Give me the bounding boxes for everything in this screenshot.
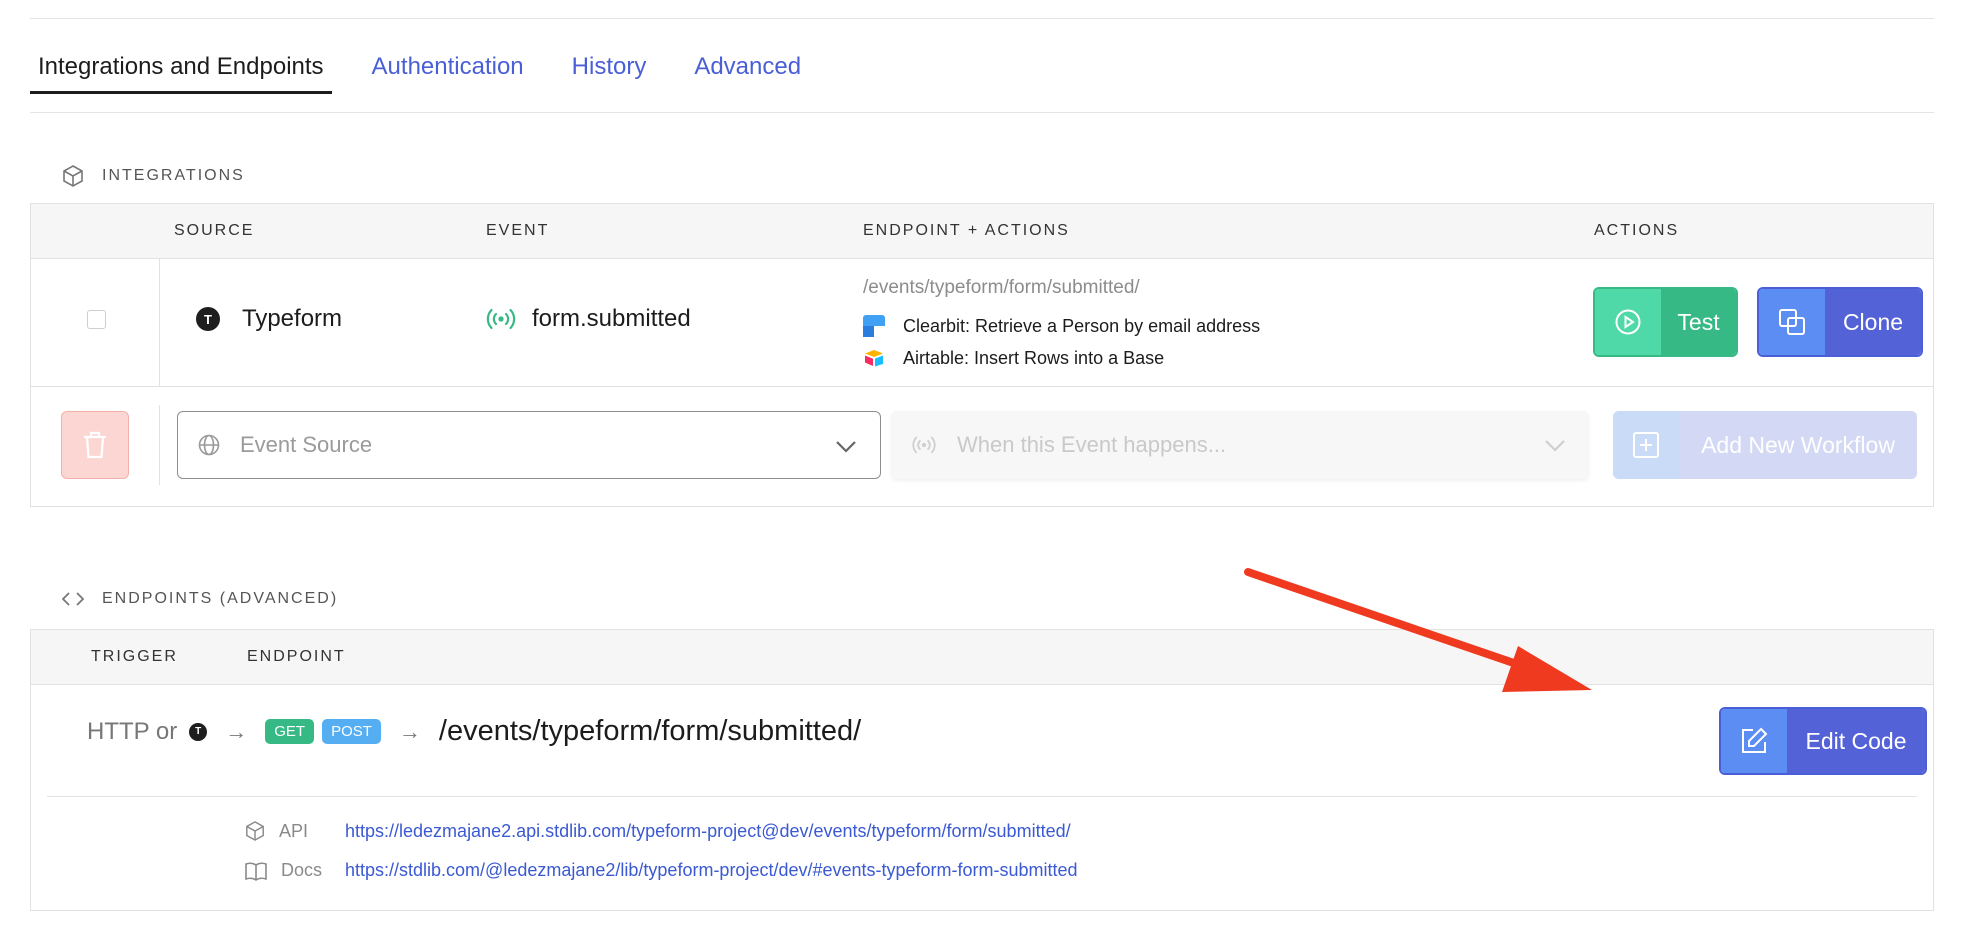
test-button[interactable]: Test [1593, 287, 1738, 357]
endpoints-panel: TRIGGER ENDPOINT HTTP or T → GET POST → … [30, 629, 1934, 911]
endpoints-title: ENDPOINTS (ADVANCED) [102, 590, 339, 607]
integrations-panel: SOURCE EVENT ENDPOINT + ACTIONS ACTIONS … [30, 203, 1934, 507]
endpoint-path: /events/typeform/form/submitted/ [863, 277, 1140, 298]
api-link-row: API https://ledezmajane2.api.stdlib.com/… [245, 820, 1071, 842]
integrations-title: INTEGRATIONS [102, 167, 245, 184]
row-separator [159, 259, 160, 387]
endpoints-heading: ENDPOINTS (ADVANCED) [62, 590, 338, 608]
code-icon [62, 592, 84, 606]
endpoints-table-header: TRIGGER ENDPOINT [31, 630, 1933, 685]
col-endpoint: ENDPOINT [247, 648, 346, 665]
test-label: Test [1661, 289, 1736, 355]
add-new-workflow-button[interactable]: Add New Workflow [1613, 411, 1917, 479]
event-name: form.submitted [532, 305, 691, 332]
event-trigger-placeholder: When this Event happens... [957, 432, 1227, 457]
method-badge-post: POST [322, 719, 381, 744]
trash-icon [84, 431, 106, 459]
annotation-arrow [1244, 568, 1592, 692]
arrow-right-icon: → [225, 718, 248, 744]
col-trigger: TRIGGER [91, 648, 178, 665]
trigger-cell: HTTP or T → GET POST → /events/typeform/… [87, 715, 861, 748]
play-icon [1615, 309, 1641, 335]
edit-icon [1742, 727, 1768, 753]
globe-icon [198, 434, 220, 456]
clone-button[interactable]: Clone [1757, 287, 1923, 357]
typeform-icon: T [189, 722, 208, 741]
edit-code-label: Edit Code [1787, 709, 1925, 773]
book-icon [245, 862, 267, 881]
broadcast-icon [486, 308, 516, 330]
tab-bar: Integrations and Endpoints Authenticatio… [30, 50, 841, 94]
row-checkbox[interactable] [87, 310, 106, 329]
event-source-placeholder: Event Source [240, 432, 373, 457]
action-clearbit-label: Clearbit: Retrieve a Person by email add… [903, 315, 1261, 336]
docs-link-row: Docs https://stdlib.com/@ledezmajane2/li… [245, 860, 1078, 881]
endpoint-row: HTTP or T → GET POST → /events/typeform/… [47, 685, 1927, 797]
new-workflow-row: Event Source When this Event happens... … [31, 387, 1933, 505]
clearbit-icon [863, 315, 885, 337]
event-trigger-select[interactable]: When this Event happens... [891, 411, 1589, 479]
chevron-down-icon [836, 441, 856, 453]
tab-integrations-endpoints[interactable]: Integrations and Endpoints [30, 50, 332, 94]
col-endpoint-actions: ENDPOINT + ACTIONS [863, 222, 1070, 239]
col-actions: ACTIONS [1594, 222, 1680, 239]
source-name: Typeform [242, 305, 343, 332]
tab-authentication[interactable]: Authentication [364, 50, 532, 94]
col-source: SOURCE [174, 222, 255, 239]
copy-icon-box [1759, 289, 1825, 355]
add-new-workflow-label: Add New Workflow [1679, 411, 1917, 479]
arrow-right-icon: → [398, 718, 421, 744]
top-divider [30, 18, 1934, 19]
integrations-heading: INTEGRATIONS [62, 164, 245, 188]
integrations-table-header: SOURCE EVENT ENDPOINT + ACTIONS ACTIONS [31, 204, 1933, 259]
integration-row: T Typeform form.submitted /events/typefo… [31, 259, 1933, 387]
delete-button[interactable] [61, 411, 129, 479]
edit-code-button[interactable]: Edit Code [1719, 707, 1927, 775]
docs-label: Docs [281, 860, 323, 880]
plus-icon-box [1613, 411, 1679, 479]
action-airtable-label: Airtable: Insert Rows into a Base [903, 347, 1165, 368]
tab-history[interactable]: History [564, 50, 655, 94]
api-label: API [279, 820, 309, 841]
airtable-icon [863, 347, 885, 369]
chevron-down-icon [1545, 440, 1565, 452]
api-url-link[interactable]: https://ledezmajane2.api.stdlib.com/type… [345, 821, 1071, 842]
trigger-prefix: HTTP or [87, 717, 178, 745]
endpoint-path-large: /events/typeform/form/submitted/ [438, 715, 862, 747]
action-airtable: Airtable: Insert Rows into a Base [863, 347, 1164, 369]
method-badge-get: GET [265, 719, 315, 744]
cube-icon [63, 165, 83, 187]
api-label-wrap: API [245, 820, 345, 842]
play-icon-box [1595, 289, 1661, 355]
docs-label-wrap: Docs [245, 860, 345, 881]
plus-square-icon [1633, 432, 1659, 458]
broadcast-icon-muted [911, 436, 937, 454]
event-cell: form.submitted [486, 305, 691, 333]
docs-url-link[interactable]: https://stdlib.com/@ledezmajane2/lib/typ… [345, 860, 1078, 881]
source-cell: T Typeform [196, 305, 342, 333]
edit-icon-box [1721, 709, 1787, 773]
typeform-icon: T [196, 307, 220, 331]
event-source-select[interactable]: Event Source [177, 411, 881, 479]
row-separator-2 [159, 405, 160, 485]
col-event: EVENT [486, 222, 550, 239]
action-clearbit: Clearbit: Retrieve a Person by email add… [863, 315, 1260, 337]
tabs-divider [30, 112, 1934, 113]
clone-label: Clone [1825, 289, 1921, 355]
tab-advanced[interactable]: Advanced [686, 50, 809, 94]
cube-icon [246, 821, 264, 841]
copy-icon [1779, 309, 1805, 335]
